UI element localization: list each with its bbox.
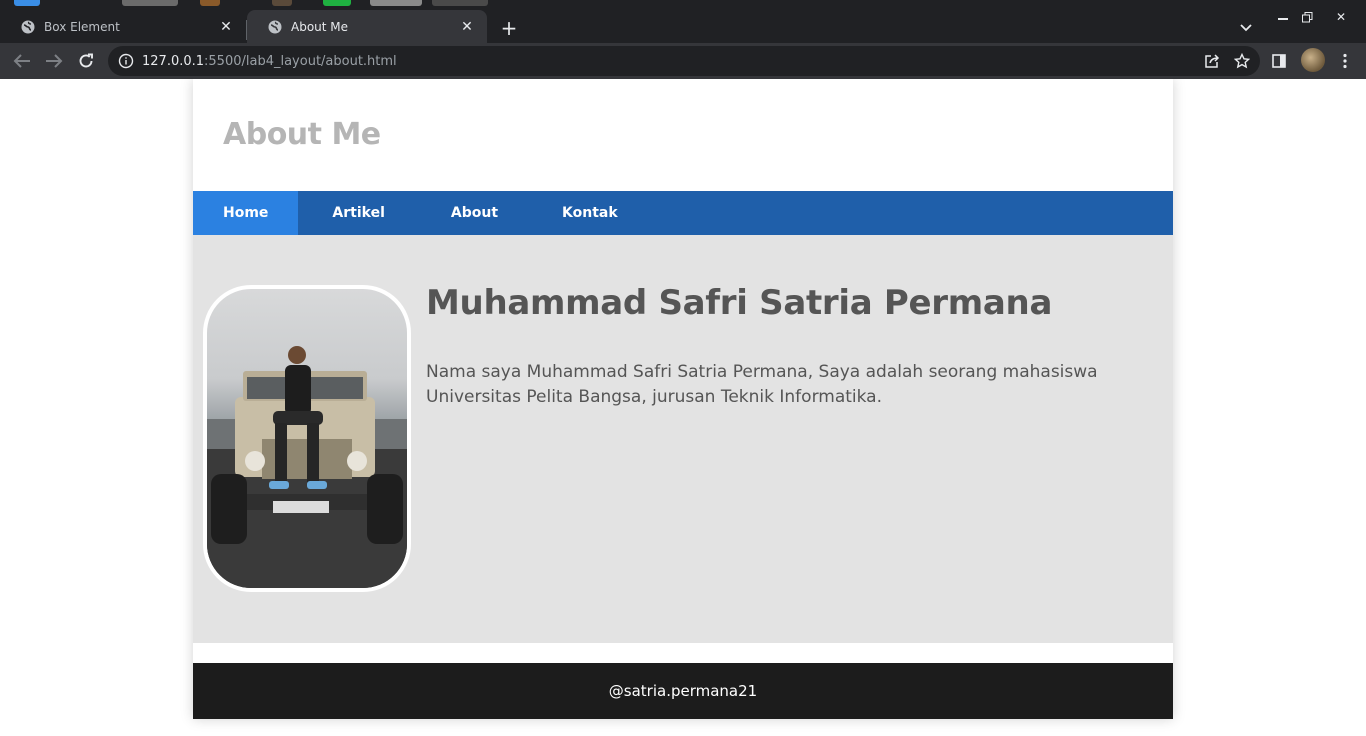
address-bar[interactable]: 127.0.0.1:5500/lab4_layout/about.html <box>108 46 1260 76</box>
restore-window-icon[interactable] <box>1294 8 1320 26</box>
tab-box-element[interactable]: Box Element ✕ <box>0 10 246 43</box>
close-window-icon[interactable]: ✕ <box>1328 8 1354 26</box>
close-tab-icon[interactable]: ✕ <box>218 19 234 35</box>
tab-about-me[interactable]: About Me ✕ <box>247 10 487 43</box>
profile-name: Muhammad Safri Satria Permana <box>426 283 1053 323</box>
share-icon[interactable] <box>1202 51 1222 71</box>
nav-home[interactable]: Home <box>193 191 299 235</box>
site-header: About Me <box>193 79 1173 191</box>
minimize-window-icon[interactable] <box>1270 8 1296 26</box>
back-arrow-icon[interactable] <box>10 49 34 73</box>
main-nav: Home Artikel About Kontak <box>193 191 1173 235</box>
page-viewport: About Me Home Artikel About Kontak Muham… <box>0 79 1366 736</box>
tab-title: About Me <box>291 19 349 34</box>
url-host: 127.0.0.1 <box>142 53 205 69</box>
profile-photo <box>203 285 411 592</box>
new-tab-plus-icon[interactable]: + <box>497 16 521 40</box>
globe-icon <box>267 19 283 35</box>
site-footer: @satria.permana21 <box>193 663 1173 719</box>
tab-search-chevron-icon[interactable] <box>1236 18 1256 38</box>
profile-bio: Nama saya Muhammad Safri Satria Permana,… <box>426 362 1098 407</box>
page-title: About Me <box>223 117 381 152</box>
url-text: 127.0.0.1:5500/lab4_layout/about.html <box>142 54 397 69</box>
nav-kontak[interactable]: Kontak <box>530 191 650 235</box>
site-info-icon[interactable] <box>118 53 134 69</box>
nav-artikel[interactable]: Artikel <box>298 191 418 235</box>
tab-strip: Box Element ✕ About Me ✕ + ✕ <box>0 7 1366 43</box>
address-bar-actions <box>1202 51 1252 71</box>
os-taskbar-strip <box>0 0 1366 7</box>
browser-toolbar: 127.0.0.1:5500/lab4_layout/about.html <box>0 43 1366 79</box>
browser-chrome: Box Element ✕ About Me ✕ + ✕ 127.0.0.1:5… <box>0 0 1366 79</box>
profile-avatar-icon[interactable] <box>1301 48 1325 72</box>
more-menu-icon[interactable] <box>1333 49 1357 73</box>
about-section: Muhammad Safri Satria Permana Nama saya … <box>193 235 1173 643</box>
side-panel-icon[interactable] <box>1267 49 1291 73</box>
globe-icon <box>20 19 36 35</box>
url-path: :5500/lab4_layout/about.html <box>204 53 397 69</box>
page-container: About Me Home Artikel About Kontak Muham… <box>193 79 1173 719</box>
close-tab-icon[interactable]: ✕ <box>459 19 475 35</box>
forward-arrow-icon[interactable] <box>42 49 66 73</box>
bookmark-star-icon[interactable] <box>1232 51 1252 71</box>
reload-icon[interactable] <box>74 49 98 73</box>
nav-about[interactable]: About <box>419 191 530 235</box>
footer-handle: @satria.permana21 <box>608 682 758 700</box>
tab-title: Box Element <box>44 19 120 34</box>
